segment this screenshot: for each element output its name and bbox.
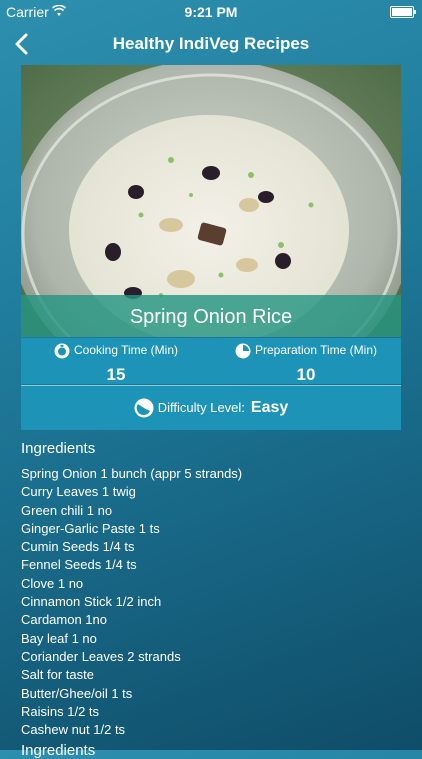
ingredient-item: Curry Leaves 1 twig xyxy=(21,484,136,500)
ingredient-item: Clove 1 no xyxy=(21,575,84,591)
status-time: 9:21 PM xyxy=(184,4,238,20)
cooking-pot-icon xyxy=(54,343,70,359)
battery-icon xyxy=(390,6,416,18)
prep-time-block: Preparation Time (Min) 10 xyxy=(211,338,401,384)
cooking-time-value: 15 xyxy=(106,365,126,384)
time-info-panel: Cooking Time (Min) 15 Preparation Time (… xyxy=(21,338,401,384)
nav-title: Healthy IndiVeg Recipes xyxy=(112,34,310,53)
recipe-photo: Spring Onion Rice xyxy=(21,65,401,337)
ingredient-item: Cardamon 1no xyxy=(21,612,107,628)
difficulty-panel: Difficulty Level: Easy xyxy=(21,385,401,430)
recipe-title: Spring Onion Rice xyxy=(21,295,401,337)
ingredient-item: Fennel Seeds 1/4 ts xyxy=(21,557,137,573)
ingredient-item: Green chili 1 no xyxy=(21,502,113,518)
ingredient-item: Spring Onion 1 bunch (appr 5 strands) xyxy=(21,466,243,481)
difficulty-gauge-icon xyxy=(134,398,154,418)
difficulty-label: Difficulty Level: xyxy=(157,400,245,415)
ingredient-item: Salt for taste xyxy=(21,667,94,683)
ingredient-item: Cinnamon Stick 1/2 inch xyxy=(21,594,162,610)
clock-icon xyxy=(235,343,251,359)
ingredient-item: Raisins 1/2 ts xyxy=(21,703,100,719)
ingredient-item: Butter/Ghee/oil 1 ts xyxy=(21,685,133,701)
prep-time-label: Preparation Time (Min) xyxy=(254,343,378,358)
ingredients-heading: Ingredients xyxy=(21,440,96,457)
ingredient-item: Coriander Leaves 2 strands xyxy=(21,648,181,664)
ingredient-item: Cumin Seeds 1/4 ts xyxy=(21,539,135,555)
navigation-bar: Healthy IndiVeg Recipes xyxy=(0,24,422,64)
ingredient-item: Cashew nut 1/2 ts xyxy=(21,722,126,738)
difficulty-value: Easy xyxy=(250,399,289,416)
ingredient-item: Bay leaf 1 no xyxy=(21,630,97,646)
cooking-time-block: Cooking Time (Min) 15 xyxy=(21,338,211,384)
prep-time-value: 10 xyxy=(296,365,316,384)
ingredient-item: Ginger-Garlic Paste 1 ts xyxy=(21,520,160,536)
next-section-heading: Ingredients xyxy=(21,742,96,759)
ingredients-section: Ingredients Spring Onion 1 bunch (appr 5… xyxy=(21,440,401,739)
ingredient-list: Spring Onion 1 bunch (appr 5 strands) Cu… xyxy=(21,465,401,739)
cooking-time-label: Cooking Time (Min) xyxy=(73,343,179,358)
status-bar: Carrier 9:21 PM xyxy=(0,0,422,24)
